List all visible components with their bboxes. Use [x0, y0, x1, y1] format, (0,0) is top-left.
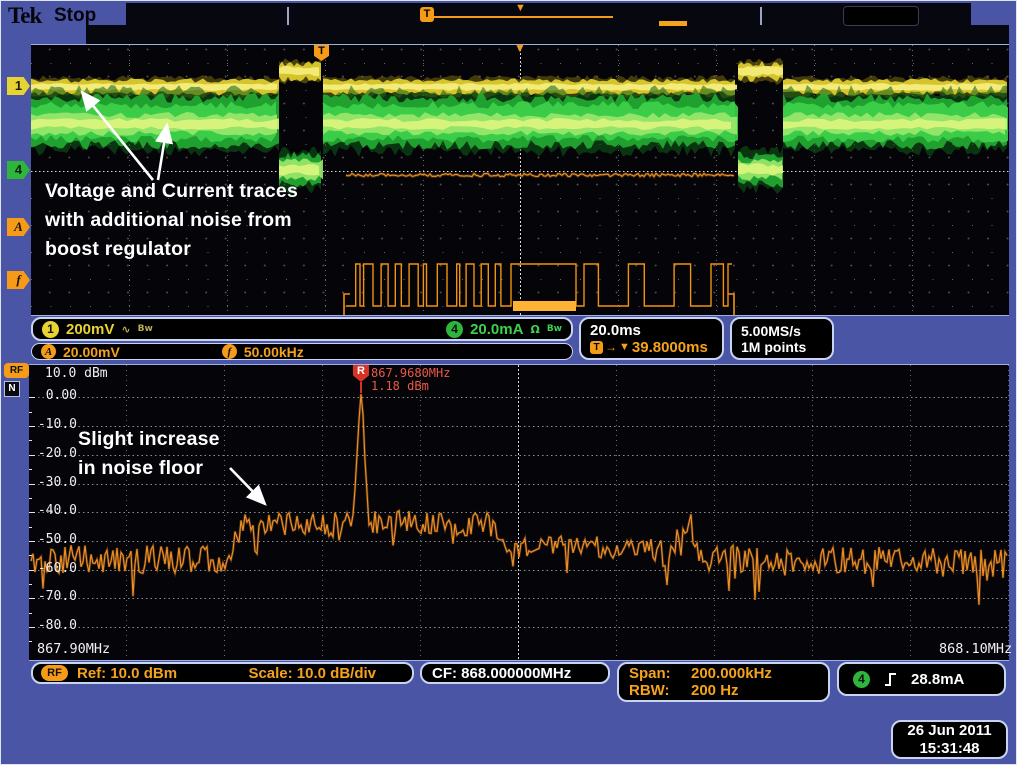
- channel-readout-row2[interactable]: A 20.00mV f 50.00kHz: [31, 343, 573, 360]
- ch4-bandwidth-icon: Bw: [547, 324, 562, 334]
- ch1-scale: 200mV: [66, 321, 114, 338]
- trigger-level-value: 28.8mA: [911, 671, 964, 688]
- acquisition-readout[interactable]: 5.00MS/s 1M points: [730, 317, 834, 360]
- ch4-impedance-icon: Ω: [530, 323, 539, 336]
- annotation-noise-floor: Slight increase in noise floor: [78, 425, 220, 483]
- record-bar: [433, 16, 613, 18]
- rbw-value: 200 Hz: [691, 682, 739, 699]
- rising-edge-icon: [884, 672, 897, 687]
- sample-rate: 5.00MS/s: [741, 323, 801, 339]
- spectrum-ytick: -30.0: [31, 475, 77, 490]
- record-length: 1M points: [741, 339, 806, 355]
- trigger-source-badge: 4: [853, 671, 870, 688]
- rf-frequency-badge: f: [222, 344, 237, 359]
- acquisition-status[interactable]: Stop: [54, 5, 96, 27]
- ch4-badge: 4: [446, 321, 463, 338]
- trigger-t-icon: T: [590, 341, 603, 354]
- record-window-bracket-left: [287, 7, 289, 25]
- ch1-coupling-icon: ∿: [121, 323, 130, 336]
- stop-frequency-label: 868.10MHz: [939, 641, 1012, 657]
- horizontal-readout[interactable]: 20.0ms T → ▼ 39.8000ms: [579, 317, 724, 360]
- timebase-scale: 20.0ms: [590, 322, 641, 339]
- rf-amplitude-position-marker[interactable]: A: [7, 218, 30, 236]
- spectrum-graticule: [29, 364, 1009, 661]
- spectrum-ytick: -70.0: [31, 589, 77, 604]
- rf-settings-readout[interactable]: RF Ref: 10.0 dBm Scale: 10.0 dB/div: [31, 662, 414, 684]
- center-frequency-readout[interactable]: CF: 868.000000MHz: [420, 662, 610, 684]
- trigger-readout[interactable]: 4 28.8mA: [837, 662, 1006, 696]
- rf-frequency-position-marker[interactable]: f: [7, 271, 30, 289]
- rf-scale: Scale: 10.0 dB/div: [248, 665, 376, 682]
- rf-frequency-scale: 50.00kHz: [244, 344, 304, 360]
- rf-amplitude-badge: A: [41, 344, 56, 359]
- spectrum-ytick: -40.0: [31, 503, 77, 518]
- record-window-bracket-right: [760, 7, 762, 25]
- ch4-scale: 20.0mA: [470, 321, 523, 338]
- start-frequency-label: 867.90MHz: [37, 641, 110, 657]
- trigger-position-icon: ▼: [514, 41, 526, 55]
- rf-normal-trace-marker: N: [4, 381, 20, 397]
- ref-level-label: 10.0 dBm: [45, 366, 108, 381]
- spectrum-ytick: 0.00: [31, 388, 77, 403]
- tek-logo: Tek: [8, 3, 41, 29]
- ch1-bandwidth-icon: Bw: [138, 324, 153, 334]
- zoom-window-indicator: [659, 21, 687, 26]
- spectrum-ytick: -20.0: [31, 446, 77, 461]
- spectrum-ytick: -80.0: [31, 618, 77, 633]
- span-value: 200.000kHz: [691, 665, 772, 682]
- record-trigger-icon: T: [420, 7, 434, 22]
- annotation-traces: Voltage and Current traces with addition…: [45, 177, 298, 264]
- rf-amplitude-scale: 20.00mV: [63, 344, 120, 360]
- time: 15:31:48: [919, 740, 979, 758]
- rbw-label: RBW:: [629, 682, 691, 699]
- spectrum-ytick: -50.0: [31, 532, 77, 547]
- oscilloscope-screen: Tek Stop T ▼ T ▼ 1 4 A f RF N 1 200mV ∿ …: [0, 0, 1017, 765]
- span-label: Span:: [629, 665, 691, 682]
- span-rbw-readout[interactable]: Span: 200.000kHz RBW: 200 Hz: [617, 662, 830, 702]
- spectrum-ytick: -60.0: [31, 561, 77, 576]
- record-position-icon: ▼: [515, 2, 526, 14]
- channel-readout-row1[interactable]: 1 200mV ∿ Bw 4 20.0mA Ω Bw: [31, 317, 573, 341]
- trigger-position-value: 39.8000ms: [632, 339, 708, 356]
- ch4-position-marker[interactable]: 4: [7, 161, 30, 179]
- date: 26 Jun 2011: [907, 722, 991, 740]
- rf-ref-level: Ref: 10.0 dBm: [77, 665, 177, 682]
- arrow-icon: →: [605, 340, 617, 354]
- datetime-readout[interactable]: 26 Jun 2011 15:31:48: [891, 720, 1008, 759]
- aux-readout-box: [843, 6, 919, 26]
- rf-badge: RF: [41, 665, 68, 681]
- marker-stem: [360, 382, 362, 393]
- marker-amplitude: 1.18 dBm: [371, 379, 429, 393]
- top-strip-lower: [86, 25, 1009, 45]
- spectrum-trace: [29, 365, 1009, 660]
- marker-frequency: 867.9680MHz: [371, 366, 450, 380]
- center-frequency: CF: 868.000000MHz: [432, 665, 571, 682]
- triangle-icon: ▼: [619, 341, 630, 353]
- ch1-badge: 1: [42, 321, 59, 338]
- spectrum-ytick: -10.0: [31, 417, 77, 432]
- rf-channel-marker[interactable]: RF: [4, 363, 29, 378]
- ch1-position-marker[interactable]: 1: [7, 77, 30, 95]
